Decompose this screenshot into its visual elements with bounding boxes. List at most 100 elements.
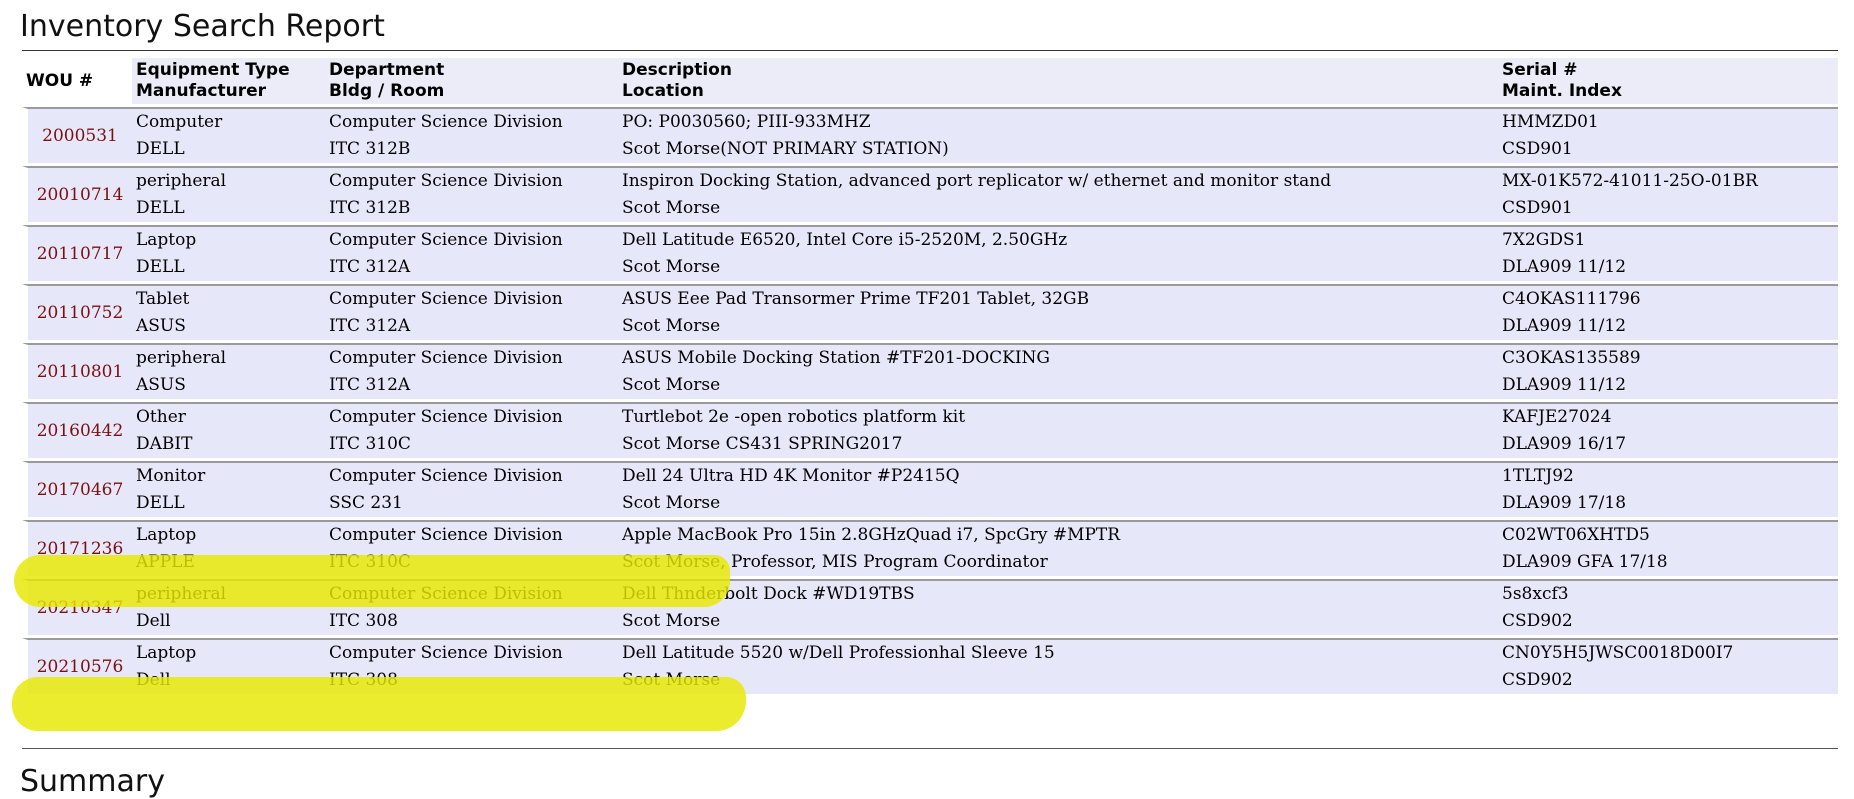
serial-number: 7X2GDS1 xyxy=(1502,230,1586,250)
bldg-room: ITC 310C xyxy=(329,552,411,572)
department-room-cell: Computer Science Division ITC 312A xyxy=(325,284,618,340)
manufacturer: DELL xyxy=(136,139,185,159)
serial-number: C02WT06XHTD5 xyxy=(1502,525,1650,545)
header-wou: WOU # xyxy=(22,58,132,104)
location: Scot Morse xyxy=(622,493,721,513)
serial-number: MX-01K572-41011-25O-01BR xyxy=(1502,171,1758,191)
header-equipment-type-label: Equipment Type xyxy=(136,60,290,80)
maint-index: DLA909 11/12 xyxy=(1502,316,1627,336)
department: Computer Science Division xyxy=(329,643,563,663)
table-row: 20170467 Monitor DELL Computer Science Divi… xyxy=(22,461,1838,517)
department: Computer Science Division xyxy=(329,230,563,250)
serial-number: 5s8xcf3 xyxy=(1502,584,1569,604)
equipment-type: Laptop xyxy=(136,230,197,250)
header-description-location: Description Location xyxy=(618,58,1498,104)
wou-link[interactable]: 20110752 xyxy=(37,303,124,323)
wou-link[interactable]: 2000531 xyxy=(42,126,118,146)
wou-link[interactable]: 20210576 xyxy=(37,657,124,677)
department-room-cell: Computer Science Division ITC 312B xyxy=(325,166,618,222)
table-row: 20110717 Laptop DELL Computer Science Divis… xyxy=(22,225,1838,281)
department-room-cell: Computer Science Division ITC 308 xyxy=(325,579,618,635)
manufacturer: DABIT xyxy=(136,434,193,454)
wou-link[interactable]: 20160442 xyxy=(37,421,124,441)
wou-link[interactable]: 20110717 xyxy=(37,244,124,264)
wou-cell: 20210347 xyxy=(22,579,132,635)
description: Turtlebot 2e -open robotics platform kit xyxy=(622,407,966,427)
type-manufacturer-cell: Tablet ASUS xyxy=(132,284,325,340)
equipment-type: Other xyxy=(136,407,186,427)
bldg-room: ITC 308 xyxy=(329,611,398,631)
department: Computer Science Division xyxy=(329,348,563,368)
title-divider xyxy=(22,50,1838,51)
type-manufacturer-cell: Laptop Dell xyxy=(132,638,325,694)
description: Dell Thnderbolt Dock #WD19TBS xyxy=(622,584,915,604)
location: Scot Morse xyxy=(622,611,721,631)
bldg-room: ITC 308 xyxy=(329,670,398,690)
equipment-type: peripheral xyxy=(136,584,227,604)
inventory-table: WOU # Equipment Type Manufacturer Depart… xyxy=(22,55,1838,697)
header-manufacturer-label: Manufacturer xyxy=(136,81,267,101)
manufacturer: DELL xyxy=(136,198,185,218)
wou-cell: 2000531 xyxy=(22,107,132,163)
description-location-cell: Apple MacBook Pro 15in 2.8GHzQuad i7, Sp… xyxy=(618,520,1498,576)
header-department-room: Department Bldg / Room xyxy=(325,58,618,104)
table-row: 20010714 peripheral DELL Computer Science D… xyxy=(22,166,1838,222)
type-manufacturer-cell: Computer DELL xyxy=(132,107,325,163)
header-type-manufacturer: Equipment Type Manufacturer xyxy=(132,58,325,104)
department-room-cell: Computer Science Division ITC 312A xyxy=(325,343,618,399)
equipment-type: Computer xyxy=(136,112,223,132)
description: ASUS Eee Pad Transormer Prime TF201 Tabl… xyxy=(622,289,1090,309)
bldg-room: ITC 312B xyxy=(329,198,411,218)
department: Computer Science Division xyxy=(329,112,563,132)
department-room-cell: Computer Science Division ITC 308 xyxy=(325,638,618,694)
header-wou-label: WOU # xyxy=(26,70,94,91)
bldg-room: ITC 312B xyxy=(329,139,411,159)
maint-index: DLA909 11/12 xyxy=(1502,375,1627,395)
location: Scot Morse xyxy=(622,316,721,336)
maint-index: CSD902 xyxy=(1502,611,1573,631)
table-row: 20110801 peripheral ASUS Computer Science D… xyxy=(22,343,1838,399)
description-location-cell: Dell 24 Ultra HD 4K Monitor #P2415Q Scot … xyxy=(618,461,1498,517)
serial-maint-cell: HMMZD01 CSD901 xyxy=(1498,107,1838,163)
wou-cell: 20110717 xyxy=(22,225,132,281)
department: Computer Science Division xyxy=(329,584,563,604)
serial-maint-cell: 7X2GDS1 DLA909 11/12 xyxy=(1498,225,1838,281)
serial-maint-cell: 5s8xcf3 CSD902 xyxy=(1498,579,1838,635)
description-location-cell: Dell Latitude E6520, Intel Core i5-2520M… xyxy=(618,225,1498,281)
serial-number: 1TLTJ92 xyxy=(1502,466,1574,486)
location: Scot Morse, Professor, MIS Program Coord… xyxy=(622,552,1048,572)
bldg-room: ITC 312A xyxy=(329,257,411,277)
wou-cell: 20110801 xyxy=(22,343,132,399)
header-serial-maint: Serial # Maint. Index xyxy=(1498,58,1838,104)
description: ASUS Mobile Docking Station #TF201-DOCKI… xyxy=(622,348,1051,368)
wou-link[interactable]: 20010714 xyxy=(37,185,124,205)
department-room-cell: Computer Science Division ITC 312B xyxy=(325,107,618,163)
description-location-cell: Dell Thnderbolt Dock #WD19TBS Scot Morse xyxy=(618,579,1498,635)
description: PO: P0030560; PIII-933MHZ xyxy=(622,112,871,132)
maint-index: CSD901 xyxy=(1502,198,1573,218)
wou-link[interactable]: 20170467 xyxy=(37,480,124,500)
header-serial-label: Serial # xyxy=(1502,60,1578,80)
wou-cell: 20210576 xyxy=(22,638,132,694)
serial-maint-cell: KAFJE27024 DLA909 16/17 xyxy=(1498,402,1838,458)
maint-index: DLA909 GFA 17/18 xyxy=(1502,552,1668,572)
description-location-cell: ASUS Eee Pad Transormer Prime TF201 Tabl… xyxy=(618,284,1498,340)
wou-cell: 20170467 xyxy=(22,461,132,517)
maint-index: DLA909 17/18 xyxy=(1502,493,1627,513)
type-manufacturer-cell: Laptop APPLE xyxy=(132,520,325,576)
equipment-type: Laptop xyxy=(136,525,197,545)
wou-link[interactable]: 20210347 xyxy=(37,598,124,618)
serial-number: CN0Y5H5JWSC0018D00I7 xyxy=(1502,643,1734,663)
serial-number: C3OKAS135589 xyxy=(1502,348,1641,368)
table-header: WOU # Equipment Type Manufacturer Depart… xyxy=(22,58,1838,104)
wou-link[interactable]: 20110801 xyxy=(37,362,124,382)
department-room-cell: Computer Science Division SSC 231 xyxy=(325,461,618,517)
wou-cell: 20160442 xyxy=(22,402,132,458)
manufacturer: DELL xyxy=(136,493,185,513)
wou-cell: 20171236 xyxy=(22,520,132,576)
serial-maint-cell: C4OKAS111796 DLA909 11/12 xyxy=(1498,284,1838,340)
department-room-cell: Computer Science Division ITC 310C xyxy=(325,402,618,458)
equipment-type: peripheral xyxy=(136,348,227,368)
location: Scot Morse xyxy=(622,257,721,277)
wou-link[interactable]: 20171236 xyxy=(37,539,124,559)
